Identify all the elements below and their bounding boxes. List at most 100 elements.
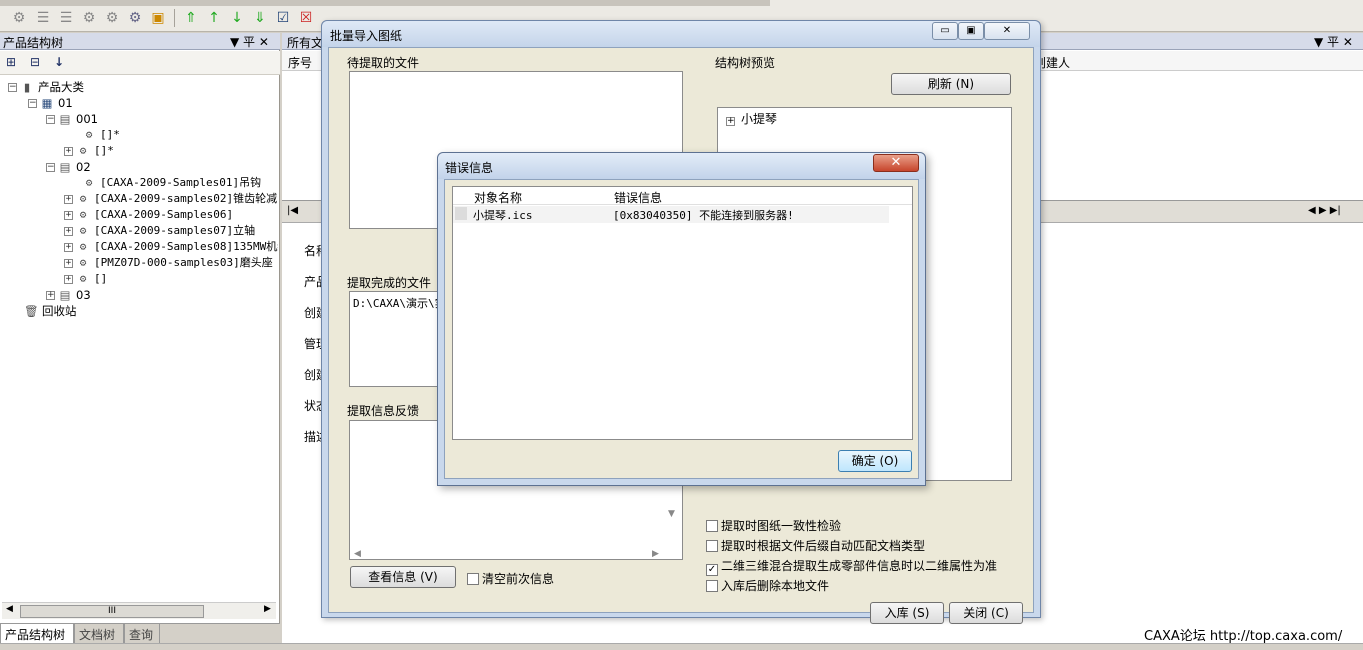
- nav-arrows-icon[interactable]: ◀ ▶ ▶|: [1308, 205, 1341, 216]
- nav-first-icon[interactable]: |◀: [287, 205, 298, 216]
- tool-icon-5[interactable]: ⚙: [103, 9, 121, 27]
- panel-controls[interactable]: ▼ 平 ✕: [230, 33, 269, 50]
- expand-icon[interactable]: ⊞: [6, 55, 16, 69]
- checkbox-box[interactable]: [706, 520, 718, 532]
- close-icon[interactable]: ✕: [984, 22, 1030, 40]
- folder-icon[interactable]: ▣: [149, 9, 167, 27]
- tree-node-label: []: [94, 272, 108, 285]
- collapse-toggle-icon[interactable]: −: [28, 99, 37, 108]
- tool-icon-1[interactable]: ⚙: [10, 9, 28, 27]
- done-file-item[interactable]: D:\CAXA\演示\实: [353, 295, 446, 311]
- option-auto-match-type[interactable]: 提取时根据文件后缀自动匹配文档类型: [706, 537, 925, 554]
- tree-node-item[interactable]: + ⚙ []: [64, 271, 107, 287]
- collapse-icon[interactable]: ⊟: [30, 55, 40, 69]
- expand-toggle-icon[interactable]: +: [64, 242, 73, 252]
- option-consistency-check[interactable]: 提取时图纸一致性检验: [706, 517, 841, 534]
- expand-toggle-icon[interactable]: +: [64, 274, 73, 284]
- scroll-down-icon[interactable]: ▼: [668, 509, 675, 519]
- expand-toggle-icon[interactable]: +: [726, 117, 735, 126]
- expand-toggle-icon[interactable]: +: [64, 226, 73, 236]
- tree-node-item[interactable]: ⚙ [CAXA-2009-Samples01]吊钩: [82, 175, 261, 191]
- tab-query[interactable]: 查询: [124, 624, 160, 644]
- expand-toggle-icon[interactable]: +: [64, 194, 73, 204]
- tool-icon-2[interactable]: ☰: [34, 9, 52, 27]
- tree-toolbar: ⊞ ⊟ ↓: [0, 51, 280, 75]
- move-down-icon[interactable]: ↓: [228, 9, 246, 27]
- dialog-title: 批量导入图纸: [330, 29, 403, 43]
- gear-part-icon: ⚙: [85, 176, 93, 189]
- tree-node-item[interactable]: + ⚙ [CAXA-2009-samples02]锥齿轮减: [64, 191, 277, 207]
- maximize-icon[interactable]: ▣: [958, 22, 984, 40]
- refresh-button[interactable]: 刷新 (N): [891, 73, 1011, 95]
- collapse-toggle-icon[interactable]: −: [46, 163, 55, 172]
- tree-node-01[interactable]: − ▦ 01: [28, 95, 73, 111]
- scroll-left-icon[interactable]: ◀: [354, 549, 361, 559]
- checkbox-checked-box[interactable]: ✓: [706, 564, 718, 576]
- move-up-icon[interactable]: ↑: [205, 9, 223, 27]
- store-button[interactable]: 入库 (S): [870, 602, 944, 624]
- panel-title: 产品结构树: [3, 36, 64, 50]
- left-bottom-tabs: 产品结构树 文档树 查询: [0, 623, 280, 644]
- tree-node-001[interactable]: − ▤ 001: [46, 111, 98, 127]
- tree-hscrollbar[interactable]: ◀ III ▶: [2, 602, 276, 619]
- tree-node-item[interactable]: + ⚙ [CAXA-2009-samples07]立轴: [64, 223, 255, 239]
- tree-node-item[interactable]: + ⚙ [CAXA-2009-Samples08]135MW机组: [64, 239, 278, 255]
- column-index[interactable]: 序号: [288, 54, 312, 71]
- tree-node-item[interactable]: + ⚙ []*: [64, 143, 114, 159]
- close-button[interactable]: 关闭 (C): [949, 602, 1023, 624]
- option-delete-local[interactable]: 入库后删除本地文件: [706, 577, 829, 594]
- column-object-name[interactable]: 对象名称: [474, 189, 522, 206]
- sort-icon[interactable]: ↓: [54, 55, 64, 69]
- tree-node-item[interactable]: ⚙ []*: [82, 127, 120, 143]
- tree-node-label: 产品大类: [38, 80, 84, 94]
- done-files-label: 提取完成的文件: [347, 276, 432, 290]
- checkbox-box[interactable]: [706, 580, 718, 592]
- expand-toggle-icon[interactable]: +: [64, 258, 73, 268]
- scroll-right-icon[interactable]: ▶: [652, 549, 659, 559]
- view-info-button[interactable]: 查看信息 (V): [350, 566, 456, 588]
- option-2d-priority[interactable]: ✓ 二维三维混合提取生成零部件信息时以二维属性为准: [706, 557, 997, 576]
- scroll-right-icon[interactable]: ▶: [264, 604, 271, 614]
- check-list-icon[interactable]: ☑: [274, 9, 292, 27]
- tree-node-item[interactable]: + ⚙ [CAXA-2009-Samples06]: [64, 207, 233, 223]
- tree-node-label: [CAXA-2009-Samples06]: [94, 208, 234, 221]
- tree-node-recycle[interactable]: 🗑 回收站: [24, 303, 77, 319]
- tab-doc-tree[interactable]: 文档树: [74, 624, 124, 644]
- database-icon: ▤: [59, 112, 71, 126]
- tree-preview-node[interactable]: + 小提琴: [726, 110, 777, 127]
- tab-product-tree[interactable]: 产品结构树: [0, 624, 74, 644]
- tree-node-root[interactable]: − ▮ 产品大类: [8, 79, 84, 95]
- minimize-icon[interactable]: ▭: [932, 22, 958, 40]
- tree-node-03[interactable]: + ▤ 03: [46, 287, 91, 303]
- tree-node-item[interactable]: + ⚙ [PMZ07D-000-samples03]磨头座: [64, 255, 273, 271]
- table-row[interactable]: 小提琴.ics [0x83040350] 不能连接到服务器!: [453, 206, 889, 223]
- scroll-thumb[interactable]: III: [20, 605, 204, 618]
- expand-toggle-icon[interactable]: +: [64, 210, 73, 220]
- checkbox-box[interactable]: [706, 540, 718, 552]
- error-list[interactable]: 对象名称 错误信息 小提琴.ics [0x83040350] 不能连接到服务器!: [452, 186, 913, 440]
- tree-node-label: 001: [76, 112, 98, 126]
- expand-toggle-icon[interactable]: +: [64, 146, 73, 156]
- tree-node-02[interactable]: − ▤ 02: [46, 159, 91, 175]
- collapse-toggle-icon[interactable]: −: [8, 83, 17, 92]
- dialog-titlebar[interactable]: 批量导入图纸 ▭ ▣ ✕: [322, 21, 1040, 47]
- move-top-icon[interactable]: ⇑: [182, 9, 200, 27]
- collapse-toggle-icon[interactable]: −: [46, 115, 55, 124]
- scroll-left-icon[interactable]: ◀: [6, 604, 13, 614]
- ok-button[interactable]: 确定 (O): [838, 450, 912, 472]
- tree-node-label: 01: [58, 96, 73, 110]
- delete-list-icon[interactable]: ☒: [297, 9, 315, 27]
- close-icon[interactable]: ✕: [873, 154, 919, 172]
- error-dialog-titlebar[interactable]: 错误信息 ✕: [438, 153, 925, 179]
- column-error-message[interactable]: 错误信息: [614, 189, 662, 206]
- move-bottom-icon[interactable]: ⇓: [251, 9, 269, 27]
- clear-prev-checkbox[interactable]: 清空前次信息: [467, 570, 554, 587]
- checkbox-label: 清空前次信息: [482, 572, 555, 586]
- tree-node-label: [CAXA-2009-samples02]锥齿轮减: [94, 192, 278, 205]
- expand-toggle-icon[interactable]: +: [46, 291, 55, 300]
- checkbox-box[interactable]: [467, 573, 479, 585]
- tool-icon-6[interactable]: ⚙: [126, 9, 144, 27]
- tool-icon-4[interactable]: ⚙: [80, 9, 98, 27]
- panel-controls-right[interactable]: ▼ 平 ✕: [1314, 33, 1353, 50]
- tool-icon-3[interactable]: ☰: [57, 9, 75, 27]
